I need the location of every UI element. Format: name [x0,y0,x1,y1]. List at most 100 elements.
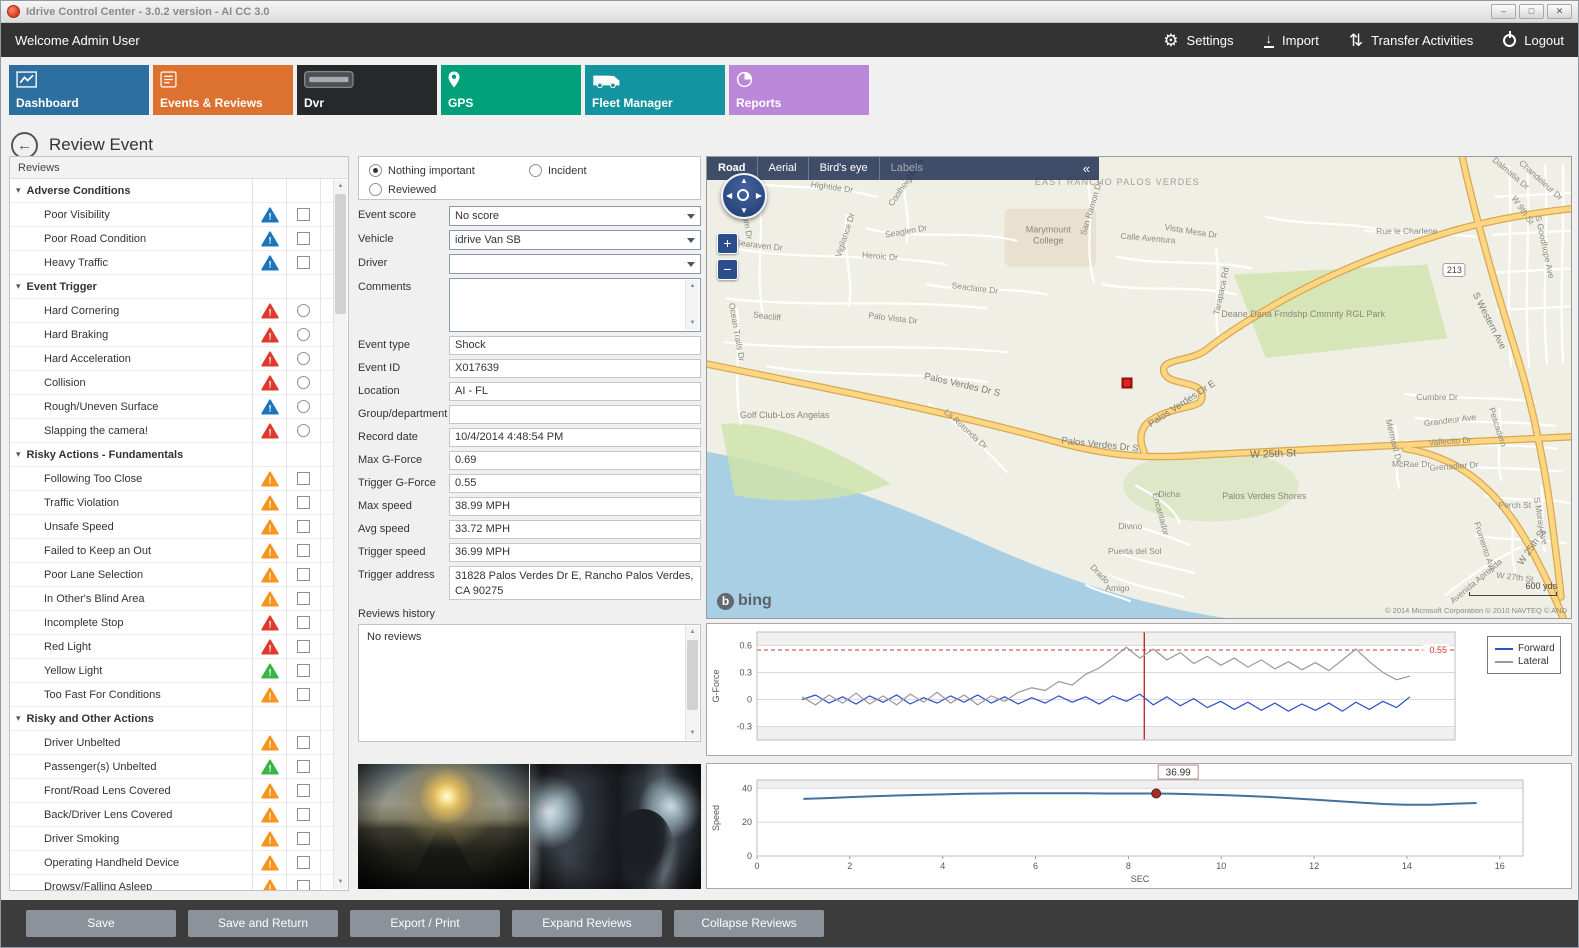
import-button[interactable]: ↓Import [1264,32,1319,48]
review-checkbox[interactable] [297,832,310,845]
review-checkbox[interactable] [297,760,310,773]
review-checkbox[interactable] [297,616,310,629]
review-radio[interactable] [297,400,310,413]
event-id-field[interactable]: X017639 [449,359,701,378]
map-view-bird-s-eye[interactable]: Bird's eye [809,157,880,180]
review-checkbox[interactable] [297,568,310,581]
collapse-caret-icon[interactable]: ▾ [16,281,21,292]
reviews-scrollbar[interactable]: ▲▼ [333,180,347,889]
review-checkbox[interactable] [297,208,310,221]
review-checkbox[interactable] [297,664,310,677]
classification-radio[interactable] [369,183,382,196]
compass-east-arrow[interactable]: ▶ [756,192,762,200]
collapse-caret-icon[interactable]: ▾ [16,713,21,724]
review-checkbox[interactable] [297,736,310,749]
classification-option-reviewed[interactable]: Reviewed [369,183,436,196]
scroll-thumb[interactable] [335,194,346,314]
scroll-down-icon[interactable]: ▼ [686,727,699,740]
review-checkbox[interactable] [297,256,310,269]
collapse-reviews-button[interactable]: Collapse Reviews [674,910,824,937]
compass-south-arrow[interactable]: ▼ [740,207,748,215]
back-button[interactable]: ← [11,132,38,159]
tab-reports[interactable]: Reports [729,65,869,115]
vehicle-dropdown[interactable]: idrive Van SB [449,230,701,250]
cabin-camera-thumbnail[interactable] [530,764,701,889]
settings-button[interactable]: ⚙Settings [1163,32,1233,49]
classification-option-incident[interactable]: Incident [529,164,587,177]
event-location-pushpin[interactable] [1121,377,1132,388]
classification-radio[interactable] [529,164,542,177]
max-speed-field[interactable]: 38.99 MPH [449,497,701,516]
scroll-up-icon[interactable]: ▲ [334,180,347,193]
review-checkbox[interactable] [297,592,310,605]
save-and-return-button[interactable]: Save and Return [188,910,338,937]
expand-reviews-button[interactable]: Expand Reviews [512,910,662,937]
review-checkbox[interactable] [297,880,310,890]
review-checkbox[interactable] [297,808,310,821]
review-checkbox[interactable] [297,640,310,653]
review-checkbox[interactable] [297,520,310,533]
avg-speed-field[interactable]: 33.72 MPH [449,520,701,539]
collapse-caret-icon[interactable]: ▾ [16,185,21,196]
trigger-speed-field[interactable]: 36.99 MPH [449,543,701,562]
scroll-up-icon[interactable]: ▲ [686,280,699,293]
scroll-thumb[interactable] [687,640,698,710]
front-camera-thumbnail[interactable] [358,764,529,889]
tab-dvr[interactable]: Dvr [297,65,437,115]
record-date-field[interactable]: 10/4/2014 4:48:54 PM [449,428,701,447]
review-checkbox[interactable] [297,784,310,797]
compass-west-arrow[interactable]: ◀ [726,192,732,200]
zoom-in-button[interactable]: + [717,233,738,254]
review-group-row[interactable]: ▾Event Trigger [10,275,334,299]
map-compass[interactable]: ▲ ▼ ◀ ▶ [721,173,767,219]
review-radio[interactable] [297,424,310,437]
review-radio[interactable] [297,304,310,317]
group-department-field[interactable] [449,405,701,424]
scroll-down-icon[interactable]: ▼ [686,317,699,330]
export-print-button[interactable]: Export / Print [350,910,500,937]
review-radio[interactable] [297,352,310,365]
comments-scrollbar[interactable]: ▲▼ [685,280,699,330]
review-checkbox[interactable] [297,544,310,557]
classification-option-nothing-important[interactable]: Nothing important [369,164,475,177]
minimize-button[interactable]: – [1491,4,1516,19]
tab-dashboard[interactable]: Dashboard [9,65,149,115]
comments-textarea[interactable]: ▲▼ [449,278,701,332]
bing-logo[interactable]: b bing [717,592,772,610]
logout-button[interactable]: Logout [1503,33,1564,48]
reviews-history-scrollbar[interactable]: ▲▼ [685,626,699,740]
location-field[interactable]: AI - FL [449,382,701,401]
review-group-row[interactable]: ▾Risky and Other Actions [10,707,334,731]
review-group-row[interactable]: ▾Adverse Conditions [10,179,334,203]
max-g-force-field[interactable]: 0.69 [449,451,701,470]
compass-north-arrow[interactable]: ▲ [740,177,748,185]
driver-dropdown[interactable] [449,254,701,274]
review-checkbox[interactable] [297,496,310,509]
scroll-down-icon[interactable]: ▼ [334,876,347,889]
trigger-address-field[interactable]: 31828 Palos Verdes Dr E, Rancho Palos Ve… [449,566,701,600]
review-radio[interactable] [297,376,310,389]
tab-events-reviews[interactable]: Events & Reviews [153,65,293,115]
review-checkbox[interactable] [297,856,310,869]
zoom-out-button[interactable]: − [717,259,738,280]
trigger-g-force-field[interactable]: 0.55 [449,474,701,493]
map-view-aerial[interactable]: Aerial [758,157,809,180]
review-radio[interactable] [297,328,310,341]
save-button[interactable]: Save [26,910,176,937]
map-panel[interactable]: RoadAerialBird's eyeLabels« ▲▼◀▶ +− b bi… [706,156,1572,619]
maximize-button[interactable]: □ [1519,4,1544,19]
tab-fleet-manager[interactable]: Fleet Manager [585,65,725,115]
event-type-field[interactable]: Shock [449,336,701,355]
scroll-up-icon[interactable]: ▲ [686,626,699,639]
map-collapse-button[interactable]: « [1074,161,1099,176]
classification-radio[interactable] [369,164,382,177]
review-group-row[interactable]: ▾Risky Actions - Fundamentals [10,443,334,467]
review-checkbox[interactable] [297,472,310,485]
event-score-dropdown[interactable]: No score [449,206,701,226]
close-button[interactable]: ✕ [1547,4,1572,19]
review-checkbox[interactable] [297,688,310,701]
collapse-caret-icon[interactable]: ▾ [16,449,21,460]
review-checkbox[interactable] [297,232,310,245]
map-view-labels[interactable]: Labels [880,157,934,180]
tab-gps[interactable]: GPS [441,65,581,115]
